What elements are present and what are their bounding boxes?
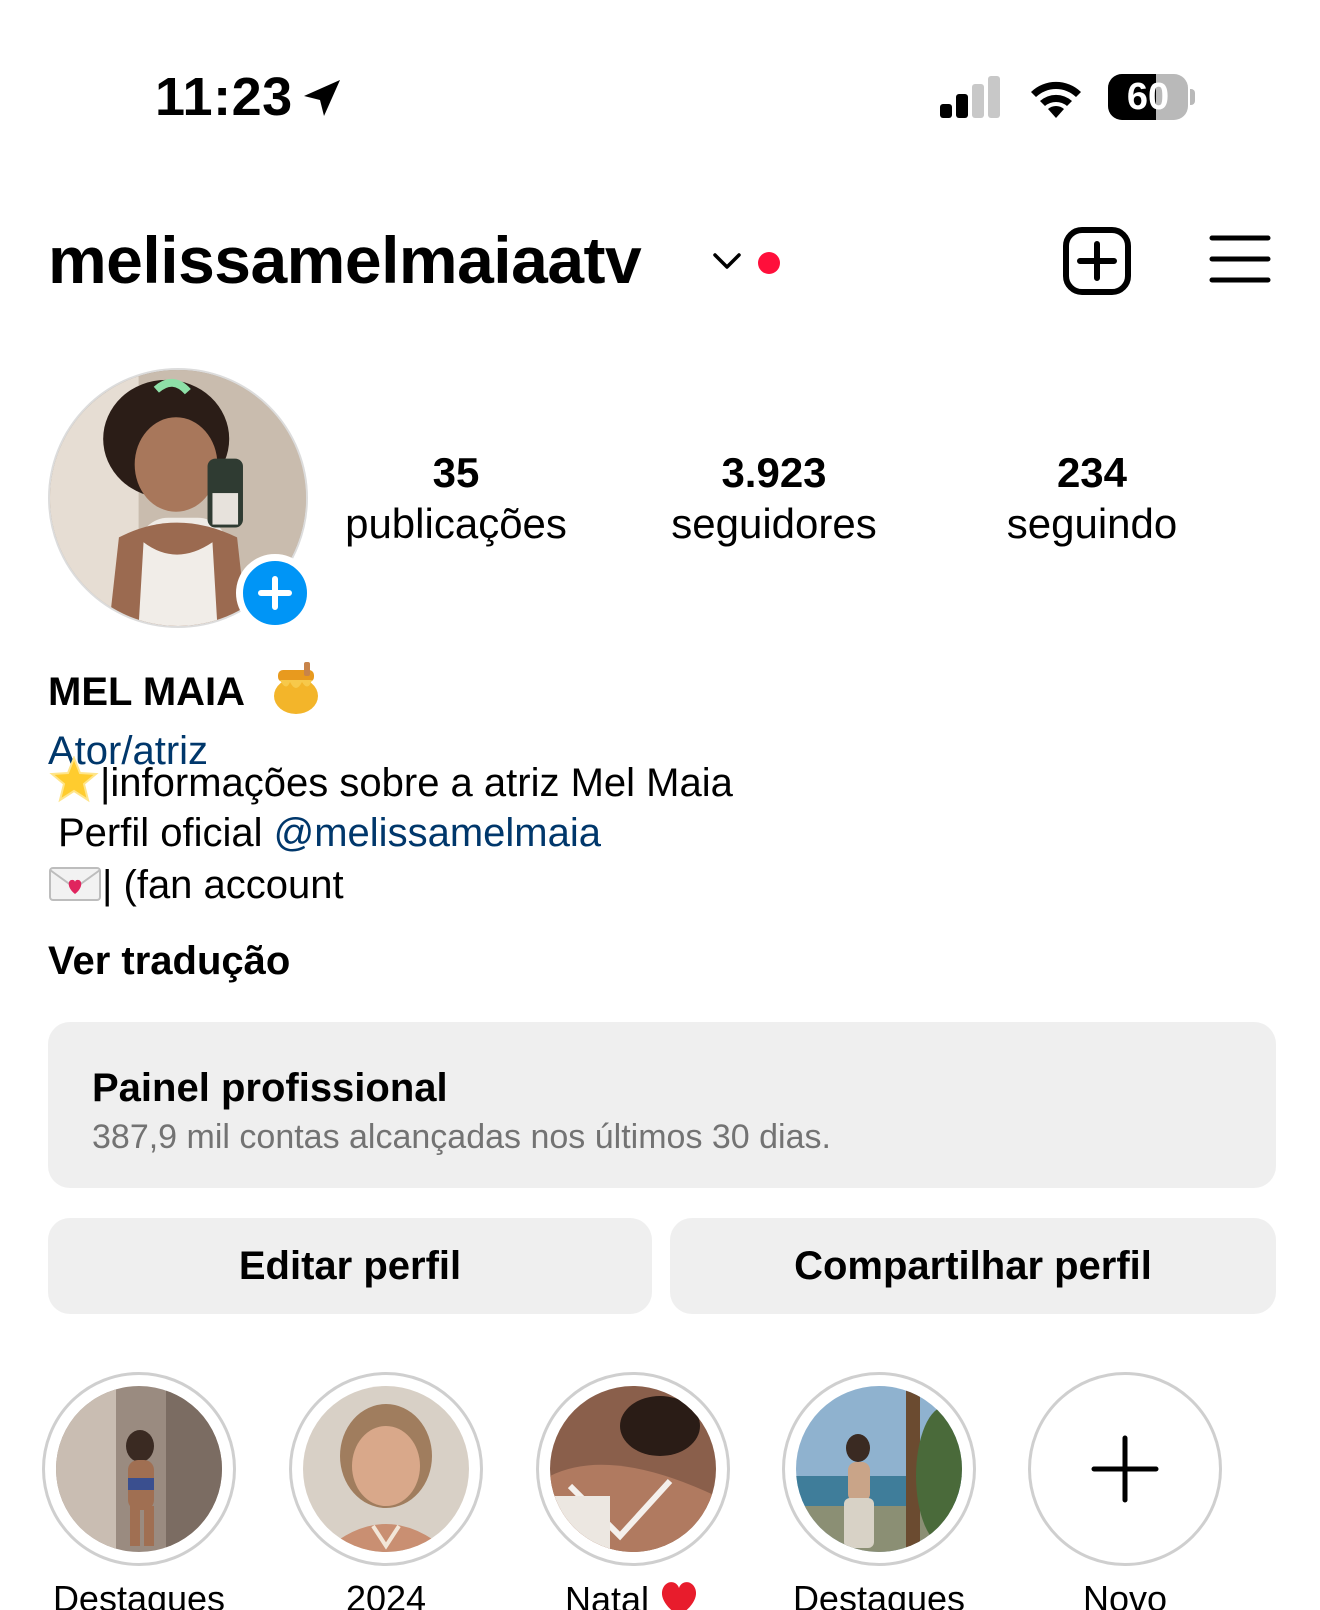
notification-dot: [758, 252, 780, 274]
status-time: 11:23: [155, 67, 293, 127]
posts-label: publicações: [345, 500, 567, 547]
add-story-button[interactable]: [236, 554, 314, 632]
bio-line-1: |informações sobre a atriz Mel Maia: [48, 756, 733, 808]
highlight-cover: [56, 1386, 222, 1552]
stat-posts[interactable]: 35 publicações: [306, 448, 606, 550]
pro-panel-subtitle: 387,9 mil contas alcançadas nos últimos …: [92, 1118, 831, 1156]
highlight-item[interactable]: 2024: [289, 1372, 487, 1610]
professional-dashboard[interactable]: Painel profissional 387,9 mil contas alc…: [48, 1022, 1276, 1188]
bio-line-2: Perfil oficial @melissamelmaia: [58, 808, 601, 858]
bio-text-3: | (fan account: [102, 863, 344, 907]
username-switcher[interactable]: melissamelmaiaatv: [48, 222, 642, 298]
stat-followers[interactable]: 3.923 seguidores: [624, 448, 924, 550]
love-letter-icon: [49, 867, 101, 901]
mention-link[interactable]: @melissamelmaia: [274, 811, 601, 855]
following-count: 234: [1056, 449, 1128, 496]
highlight-cover: [550, 1386, 716, 1552]
highlight-cover: [303, 1386, 469, 1552]
highlight-label: Novo: [1082, 1578, 1168, 1610]
status-bar: 11:23 60: [0, 0, 1320, 190]
hamburger-menu-icon[interactable]: [1208, 232, 1272, 286]
pro-panel-title: Painel profissional: [92, 1066, 448, 1110]
followers-label: seguidores: [671, 500, 877, 547]
edit-profile-button[interactable]: Editar perfil: [48, 1218, 652, 1314]
highlight-label-text: Natal: [564, 1579, 650, 1610]
profile-stats: 35 publicações 3.923 seguidores 234 segu…: [330, 448, 1300, 548]
following-label: seguindo: [1006, 500, 1178, 547]
highlight-label: Natal: [506, 1578, 760, 1610]
highlight-item[interactable]: Destaques: [782, 1372, 980, 1610]
highlight-label: Destaques: [792, 1578, 966, 1610]
plus-icon: [1091, 1435, 1159, 1503]
honey-pot-icon: [274, 662, 318, 714]
bio-line-3: | (fan account: [48, 860, 344, 910]
new-highlight-button[interactable]: Novo: [1028, 1372, 1226, 1610]
bio-text-1: |informações sobre a atriz Mel Maia: [100, 761, 733, 805]
wifi-icon: [1031, 81, 1081, 118]
glowing-star-icon: [49, 756, 99, 803]
highlight-label: Destaques: [52, 1578, 226, 1610]
create-post-icon[interactable]: [1062, 226, 1132, 296]
stat-following[interactable]: 234 seguindo: [942, 448, 1242, 550]
cellular-signal-icon: [940, 76, 1000, 118]
highlight-cover: [796, 1386, 962, 1552]
display-name: MEL MAIA: [48, 670, 246, 714]
highlight-label: 2024: [345, 1578, 427, 1610]
highlight-item[interactable]: Natal: [536, 1372, 734, 1610]
location-arrow-icon: [304, 80, 340, 116]
highlight-item[interactable]: Destaques: [42, 1372, 240, 1610]
battery-percent: 60: [1126, 76, 1170, 118]
posts-count: 35: [432, 449, 480, 496]
bio-text-2: Perfil oficial: [58, 811, 274, 855]
followers-count: 3.923: [721, 449, 827, 496]
see-translation-link[interactable]: Ver tradução: [48, 936, 290, 986]
chevron-down-icon[interactable]: [710, 244, 744, 278]
red-heart-icon: [662, 1582, 696, 1610]
battery-indicator: 60: [1108, 74, 1195, 120]
share-profile-button[interactable]: Compartilhar perfil: [670, 1218, 1276, 1314]
